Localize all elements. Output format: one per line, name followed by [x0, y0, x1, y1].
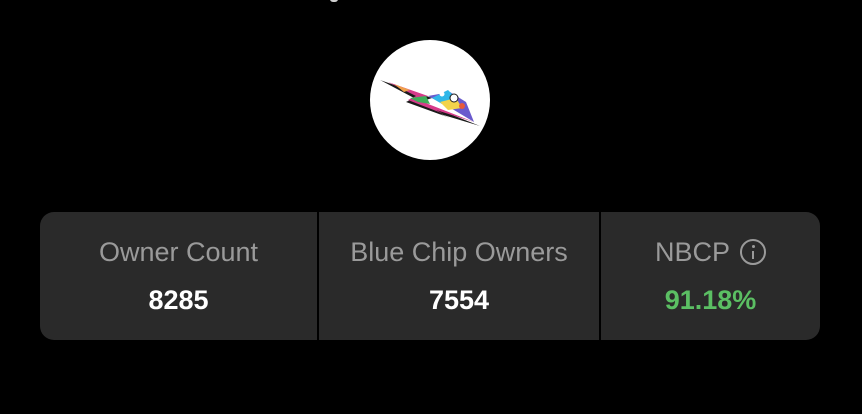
collection-stats-page: Owner Count 8285 Blue Chip Owners 7554 N… — [0, 0, 862, 414]
info-icon[interactable] — [740, 239, 766, 265]
nbcp-value: 91.18% — [664, 285, 757, 315]
blue-chip-owners-stat: Blue Chip Owners 7554 — [319, 212, 599, 340]
owner-count-stat: Owner Count 8285 — [40, 212, 317, 340]
collection-logo-icon — [380, 80, 480, 126]
stats-card: Owner Count 8285 Blue Chip Owners 7554 N… — [40, 212, 820, 340]
nbcp-stat: NBCP 91.18% — [601, 212, 820, 340]
owner-count-label: Owner Count — [98, 237, 259, 267]
nbcp-label: NBCP — [654, 237, 730, 267]
owner-count-value: 8285 — [148, 285, 209, 315]
clipped-text-fragment — [330, 0, 338, 2]
blue-chip-owners-label: Blue Chip Owners — [350, 237, 568, 267]
blue-chip-owners-value: 7554 — [428, 285, 490, 315]
nbcp-label-row: NBCP — [655, 236, 766, 268]
collection-avatar[interactable] — [370, 40, 490, 160]
